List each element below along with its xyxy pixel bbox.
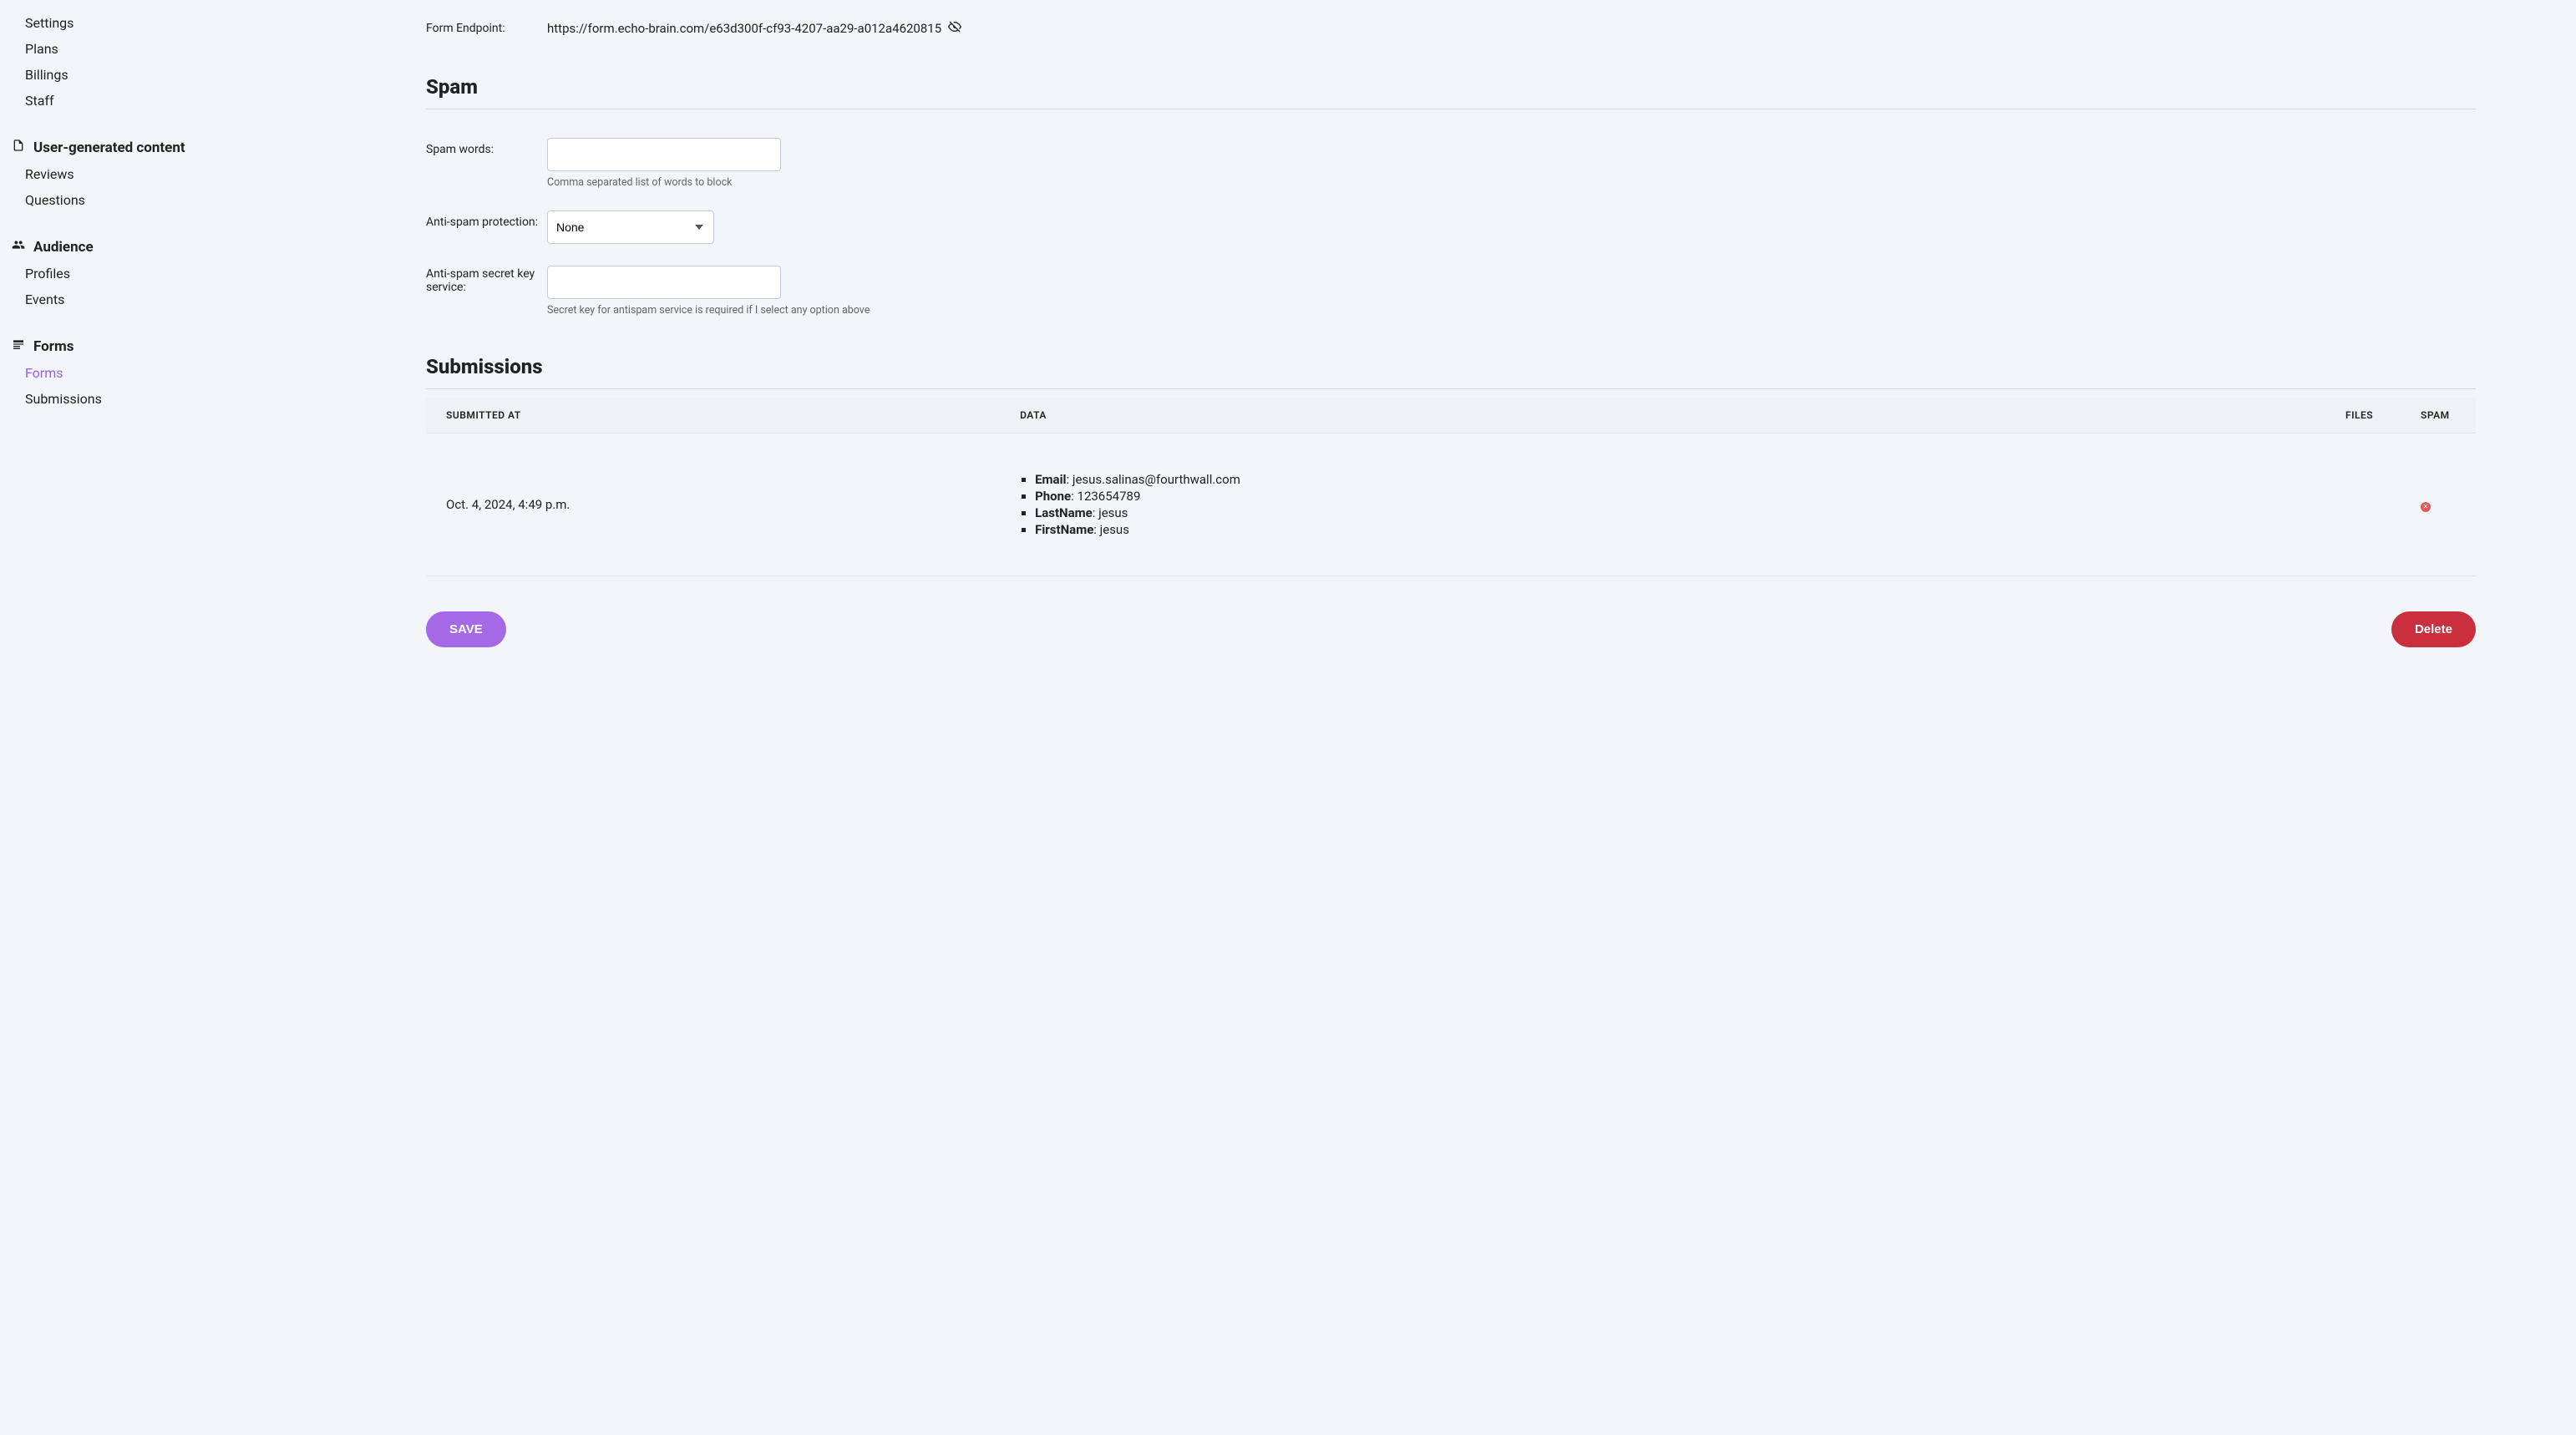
anti-spam-protection-row: Anti-spam protection: None (426, 210, 2476, 244)
spam-status-icon (2421, 502, 2431, 512)
anti-spam-secret-input[interactable] (547, 266, 781, 299)
eye-off-icon[interactable] (948, 20, 961, 37)
table-row: Oct. 4, 2024, 4:49 p.m.Email: jesus.sali… (426, 434, 2476, 576)
cell-files (2325, 434, 2401, 576)
save-button[interactable]: SAVE (426, 611, 506, 647)
anti-spam-protection-select[interactable]: None (547, 210, 714, 244)
col-files: FILES (2325, 398, 2401, 434)
spam-words-row: Spam words: Comma separated list of word… (426, 138, 2476, 189)
cell-data: Email: jesus.salinas@fourthwall.com Phone… (1000, 434, 2325, 576)
sidebar-item-plans[interactable]: Plans (12, 36, 217, 62)
col-spam: SPAM (2401, 398, 2476, 434)
form-endpoint-label: Form Endpoint: (426, 17, 547, 35)
sidebar-item-events[interactable]: Events (12, 286, 217, 312)
people-icon (12, 238, 25, 256)
form-icon (12, 337, 25, 355)
sidebar-item-reviews[interactable]: Reviews (12, 161, 217, 187)
cell-spam (2401, 434, 2476, 576)
spam-section-title: Spam (426, 75, 2476, 109)
anti-spam-secret-label: Anti-spam secret key service: (426, 266, 547, 294)
sidebar: Settings Plans Billings Staff User-gener… (0, 0, 217, 1435)
anti-spam-secret-row: Anti-spam secret key service: Secret key… (426, 266, 2476, 317)
submissions-section-title: Submissions (426, 355, 2476, 389)
document-icon (12, 139, 25, 156)
sidebar-item-billings[interactable]: Billings (12, 62, 217, 88)
spam-words-label: Spam words: (426, 138, 547, 156)
form-endpoint-value: https://form.echo-brain.com/e63d300f-cf9… (547, 21, 941, 36)
sidebar-item-settings[interactable]: Settings (12, 10, 217, 36)
spam-words-input[interactable] (547, 138, 781, 171)
sidebar-group-label: User-generated content (33, 139, 185, 156)
col-data: DATA (1000, 398, 2325, 434)
spam-words-help: Comma separated list of words to block (547, 176, 2476, 189)
main-content: Form Endpoint: https://form.echo-brain.c… (217, 0, 2576, 1435)
sidebar-item-profiles[interactable]: Profiles (12, 261, 217, 286)
list-item: LastName: jesus (1035, 505, 2305, 520)
sidebar-item-submissions[interactable]: Submissions (12, 386, 217, 412)
sidebar-group-audience: Audience (12, 231, 217, 261)
anti-spam-secret-help: Secret key for antispam service is requi… (547, 304, 2476, 317)
sidebar-group-label: Forms (33, 338, 74, 355)
sidebar-group-ugc: User-generated content (12, 132, 217, 161)
list-item: Phone: 123654789 (1035, 489, 2305, 504)
cell-submitted-at: Oct. 4, 2024, 4:49 p.m. (426, 434, 1000, 576)
submissions-table: SUBMITTED AT DATA FILES SPAM Oct. 4, 202… (426, 398, 2476, 576)
anti-spam-protection-label: Anti-spam protection: (426, 210, 547, 229)
form-endpoint-row: Form Endpoint: https://form.echo-brain.c… (426, 17, 2476, 37)
button-row: SAVE Delete (426, 611, 2476, 647)
col-submitted-at: SUBMITTED AT (426, 398, 1000, 434)
sidebar-item-questions[interactable]: Questions (12, 187, 217, 213)
list-item: Email: jesus.salinas@fourthwall.com (1035, 472, 2305, 487)
sidebar-group-label: Audience (33, 239, 94, 256)
sidebar-item-staff[interactable]: Staff (12, 88, 217, 114)
sidebar-item-forms[interactable]: Forms (12, 360, 217, 386)
delete-button[interactable]: Delete (2391, 611, 2476, 647)
sidebar-group-forms: Forms (12, 331, 217, 360)
list-item: FirstName: jesus (1035, 522, 2305, 537)
